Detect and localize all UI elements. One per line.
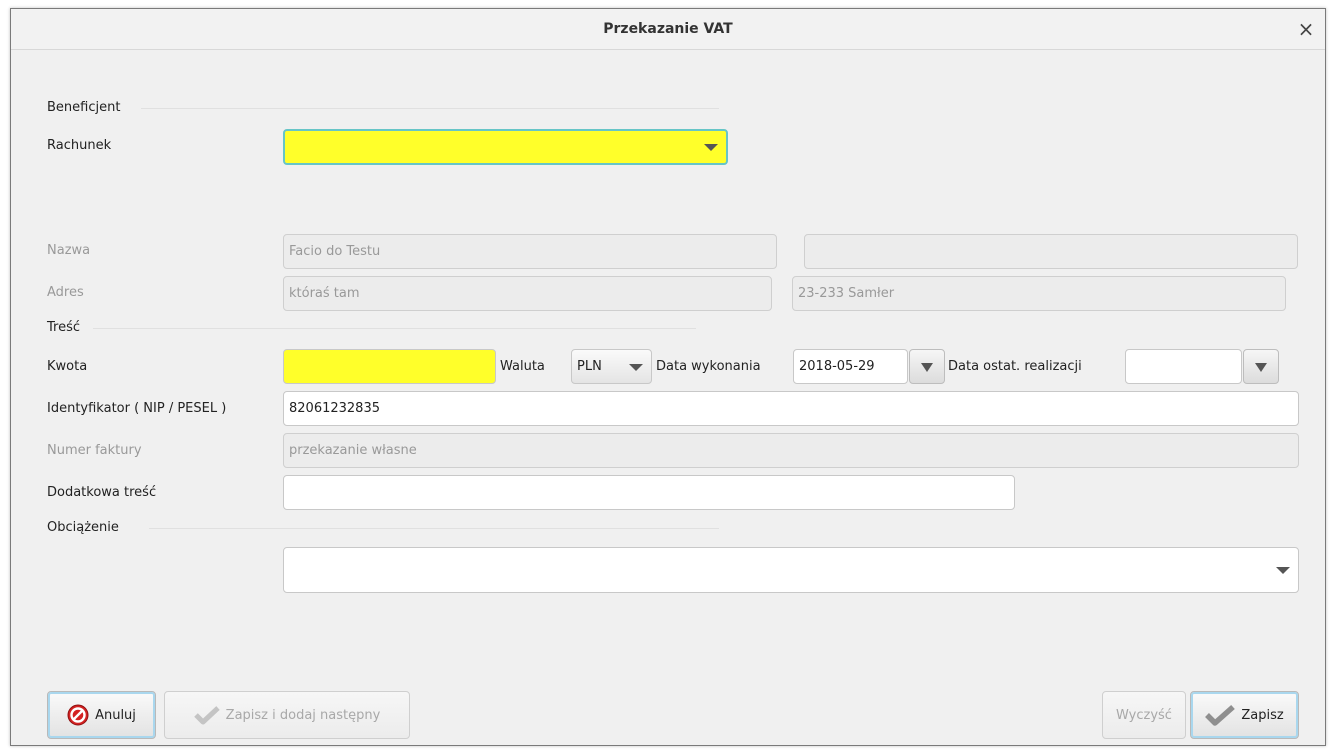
save-button[interactable]: Zapisz [1190,691,1299,739]
chevron-down-icon [1276,567,1290,574]
clear-button[interactable]: Wyczyść [1102,691,1186,739]
section-divider [141,108,719,109]
numer-faktury-field[interactable]: przekazanie własne [283,433,1299,468]
rachunek-select[interactable] [283,129,728,165]
numer-faktury-label: Numer faktury [47,443,142,458]
title-bar: Przekazanie VAT × [11,9,1325,50]
calendar-dropdown-icon [921,363,933,372]
clear-button-label: Wyczyść [1116,707,1172,723]
checkmark-icon [193,706,220,725]
cancel-button-label: Anuluj [95,707,136,723]
dialog-title: Przekazanie VAT [603,21,733,37]
dialog-window: Przekazanie VAT × Beneficjent Rachunek N… [10,8,1326,746]
waluta-select[interactable]: PLN [571,349,652,384]
waluta-label: Waluta [500,359,545,374]
kwota-input[interactable] [283,349,496,384]
chevron-down-icon [704,144,718,151]
kwota-label: Kwota [47,359,88,374]
calendar-dropdown-icon [1255,363,1267,372]
data-wykonania-label: Data wykonania [656,359,761,374]
checkmark-icon [1205,704,1236,726]
data-ostat-label: Data ostat. realizacji [948,359,1082,374]
adres-field-1[interactable]: któraś tam [283,276,772,311]
cancel-icon [67,704,89,726]
save-and-add-next-label: Zapisz i dodaj następny [225,707,381,723]
cancel-button[interactable]: Anuluj [47,691,156,739]
dodatkowa-tresc-input[interactable] [283,475,1015,510]
waluta-value: PLN [577,359,602,374]
section-obciazenie-label: Obciążenie [47,520,119,535]
save-button-label: Zapisz [1241,707,1284,723]
data-ostat-picker-button[interactable] [1243,349,1279,384]
section-divider [93,328,696,329]
obciazenie-select[interactable] [283,547,1299,593]
identyfikator-input[interactable]: 82061232835 [283,391,1299,426]
dodatkowa-tresc-label: Dodatkowa treść [47,485,157,500]
data-wykonania-picker-button[interactable] [909,349,945,384]
section-divider [149,528,719,529]
section-beneficjent-label: Beneficjent [47,100,121,115]
chevron-down-icon [629,364,643,371]
adres-label: Adres [47,285,84,300]
nazwa-field-1[interactable]: Facio do Testu [283,234,777,269]
section-tresc-label: Treść [47,320,81,335]
close-icon[interactable]: × [1295,18,1317,40]
save-and-add-next-button[interactable]: Zapisz i dodaj następny [164,691,410,739]
data-wykonania-input[interactable]: 2018-05-29 [793,349,908,384]
identyfikator-label: Identyfikator ( NIP / PESEL ) [47,401,227,416]
nazwa-field-2[interactable] [804,234,1298,269]
data-ostat-input[interactable] [1125,349,1242,384]
nazwa-label: Nazwa [47,243,91,258]
adres-field-2[interactable]: 23-233 Samłer [792,276,1286,311]
rachunek-label: Rachunek [47,138,112,153]
